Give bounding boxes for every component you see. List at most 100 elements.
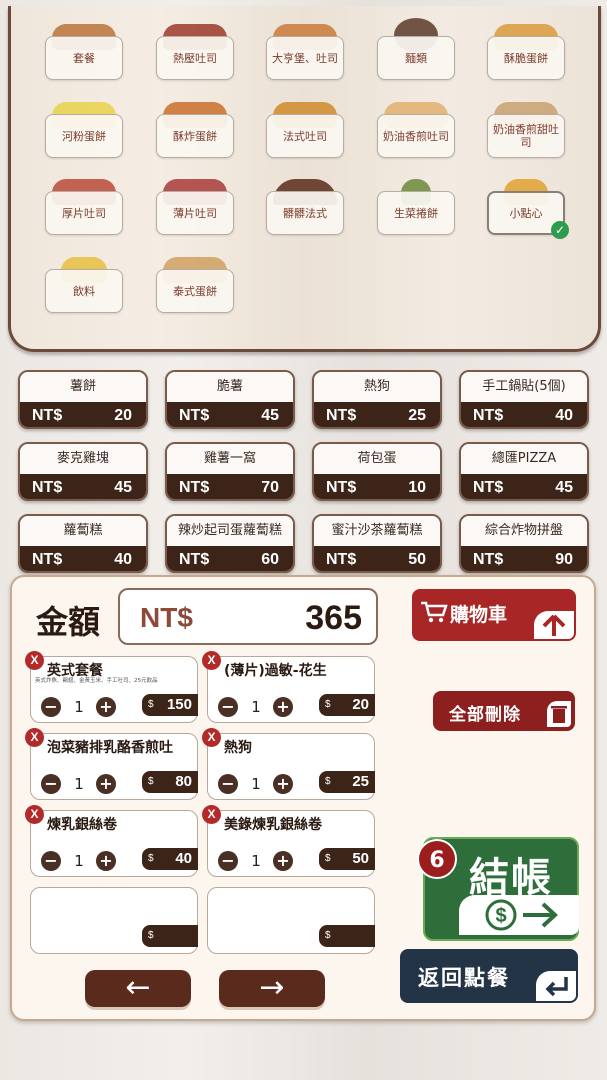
category-item[interactable]: 熱壓吐司 [156,16,234,86]
minus-icon[interactable]: − [41,851,61,871]
category-button[interactable]: 麵類 [377,36,455,80]
plus-icon[interactable]: + [273,774,293,794]
category-button[interactable]: 大亨堡、吐司 [266,36,344,80]
product-name: 蘿蔔糕 [20,516,146,546]
delete-item-icon[interactable]: X [25,651,44,670]
category-button[interactable]: 河粉蛋餅 [45,114,123,158]
check-icon: ✓ [551,221,569,239]
product-name: 雞薯一窩 [167,444,293,474]
category-item[interactable]: 髒髒法式 [266,171,344,241]
cart-item-quantity: 1 [251,775,261,793]
category-button[interactable]: 套餐 [45,36,123,80]
plus-icon[interactable]: + [96,697,116,717]
product-card[interactable]: 綜合炸物拼盤 NT$ 90 [459,514,589,573]
cart-item-price: $40 [142,848,198,870]
category-item[interactable]: 生菜捲餅 [377,171,455,241]
product-price: NT$ 20 [20,402,146,427]
plus-icon[interactable]: + [273,697,293,717]
category-panel: 套餐 熱壓吐司 大亨堡、吐司 麵類 酥脆蛋餅 河粉蛋餅 酥炸蛋餅 法式吐司 奶油… [8,6,601,352]
clear-all-button[interactable]: 全部刪除 [433,691,575,731]
minus-icon[interactable]: − [218,697,238,717]
product-card[interactable]: 雞薯一窩 NT$ 70 [165,442,295,501]
delete-item-icon[interactable]: X [25,805,44,824]
product-card[interactable]: 蘿蔔糕 NT$ 40 [18,514,148,573]
category-item[interactable]: 套餐 [45,16,123,86]
delete-item-icon[interactable]: X [202,651,221,670]
minus-icon[interactable]: − [41,697,61,717]
delete-item-icon[interactable]: X [202,805,221,824]
category-item[interactable]: 河粉蛋餅 [45,94,123,164]
amount-currency: NT$ [140,602,193,633]
category-item[interactable]: 法式吐司 [266,94,344,164]
category-button[interactable]: 厚片吐司 [45,191,123,235]
back-to-order-button[interactable]: 返回點餐 [400,949,578,1003]
product-card[interactable]: 蜜汁沙茶蘿蔔糕 NT$ 50 [312,514,442,573]
shopping-cart-button[interactable]: 購物車 [412,589,576,641]
category-item[interactable]: 奶油香煎甜吐司 [487,94,565,164]
cart-item: X 英式套餐 英式炸魚、鷄翅、金黃玉米、手工吐司、25元飲品 − 1 + $15… [25,651,198,723]
minus-icon[interactable]: − [41,774,61,794]
shopping-cart-label: 購物車 [450,604,508,626]
cart-item: X 美錄煉乳銀絲卷 − 1 + $50 [202,805,375,877]
category-item[interactable]: 大亨堡、吐司 [266,16,344,86]
minus-icon[interactable]: − [218,851,238,871]
category-button[interactable]: 法式吐司 [266,114,344,158]
trash-icon [547,701,571,727]
category-button[interactable]: 奶油香煎吐司 [377,114,455,158]
category-button[interactable]: 泰式蛋餅 [156,269,234,313]
category-item[interactable]: 小點心 ✓ [487,171,569,241]
product-card[interactable]: 手工鍋貼(5個) NT$ 40 [459,370,589,429]
product-card[interactable]: 麥克雞塊 NT$ 45 [18,442,148,501]
category-item[interactable]: 酥炸蛋餅 [156,94,234,164]
enter-return-icon [536,971,576,1001]
cart-item-price: $80 [142,771,198,793]
plus-icon[interactable]: + [96,774,116,794]
category-item[interactable]: 泰式蛋餅 [156,249,234,319]
category-item[interactable]: 薄片吐司 [156,171,234,241]
product-card[interactable]: 總匯PIZZA NT$ 45 [459,442,589,501]
product-name: 薯餅 [20,372,146,402]
category-button[interactable]: 髒髒法式 [266,191,344,235]
category-button[interactable]: 飲料 [45,269,123,313]
category-item[interactable]: 飲料 [45,249,123,319]
product-price: NT$ 70 [167,474,293,499]
amount-label: 金額 [36,603,101,641]
next-page-button[interactable]: → [219,970,325,1007]
category-item[interactable]: 奶油香煎吐司 [377,94,455,164]
category-item[interactable]: 厚片吐司 [45,171,123,241]
cart-item-name: 泡菜豬排乳酪香煎吐 [47,740,173,756]
cart-item-name: 煉乳銀絲卷 [47,817,117,833]
product-card[interactable]: 薯餅 NT$ 20 [18,370,148,429]
prev-page-button[interactable]: ← [85,970,191,1007]
category-button[interactable]: 酥脆蛋餅 [487,36,565,80]
category-button[interactable]: 酥炸蛋餅 [156,114,234,158]
delete-item-icon[interactable]: X [25,728,44,747]
category-button[interactable]: 生菜捲餅 [377,191,455,235]
cart-item-price: $150 [142,694,198,716]
delete-item-icon[interactable]: X [202,728,221,747]
cart-item-name: 美錄煉乳銀絲卷 [224,817,322,833]
category-item[interactable]: 麵類 [377,16,455,86]
amount-box: NT$ 365 [118,588,378,645]
product-card[interactable]: 辣炒起司蛋蘿蔔糕 NT$ 60 [165,514,295,573]
cart-item-price: $25 [319,771,375,793]
category-button[interactable]: 薄片吐司 [156,191,234,235]
product-card[interactable]: 脆薯 NT$ 45 [165,370,295,429]
product-price: NT$ 45 [461,474,587,499]
cart-item-price: $ [319,925,375,947]
product-name: 脆薯 [167,372,293,402]
cart-item: X 熱狗 − 1 + $25 [202,728,375,800]
category-button[interactable]: 熱壓吐司 [156,36,234,80]
plus-icon[interactable]: + [273,851,293,871]
cart-item-quantity: 1 [74,775,84,793]
cart-item-name: 英式套餐 [47,663,103,679]
product-card[interactable]: 熱狗 NT$ 25 [312,370,442,429]
category-button[interactable]: 奶油香煎甜吐司 [487,114,565,158]
back-to-order-label: 返回點餐 [418,966,510,990]
category-item[interactable]: 酥脆蛋餅 [487,16,565,86]
minus-icon[interactable]: − [218,774,238,794]
cart-item: X (薄片)過敏-花生 − 1 + $20 [202,651,375,723]
plus-icon[interactable]: + [96,851,116,871]
product-card[interactable]: 荷包蛋 NT$ 10 [312,442,442,501]
cart-panel: 金額 NT$ 365 X 英式套餐 英式炸魚、鷄翅、金黃玉米、手工吐司、25元飲… [10,575,596,1021]
